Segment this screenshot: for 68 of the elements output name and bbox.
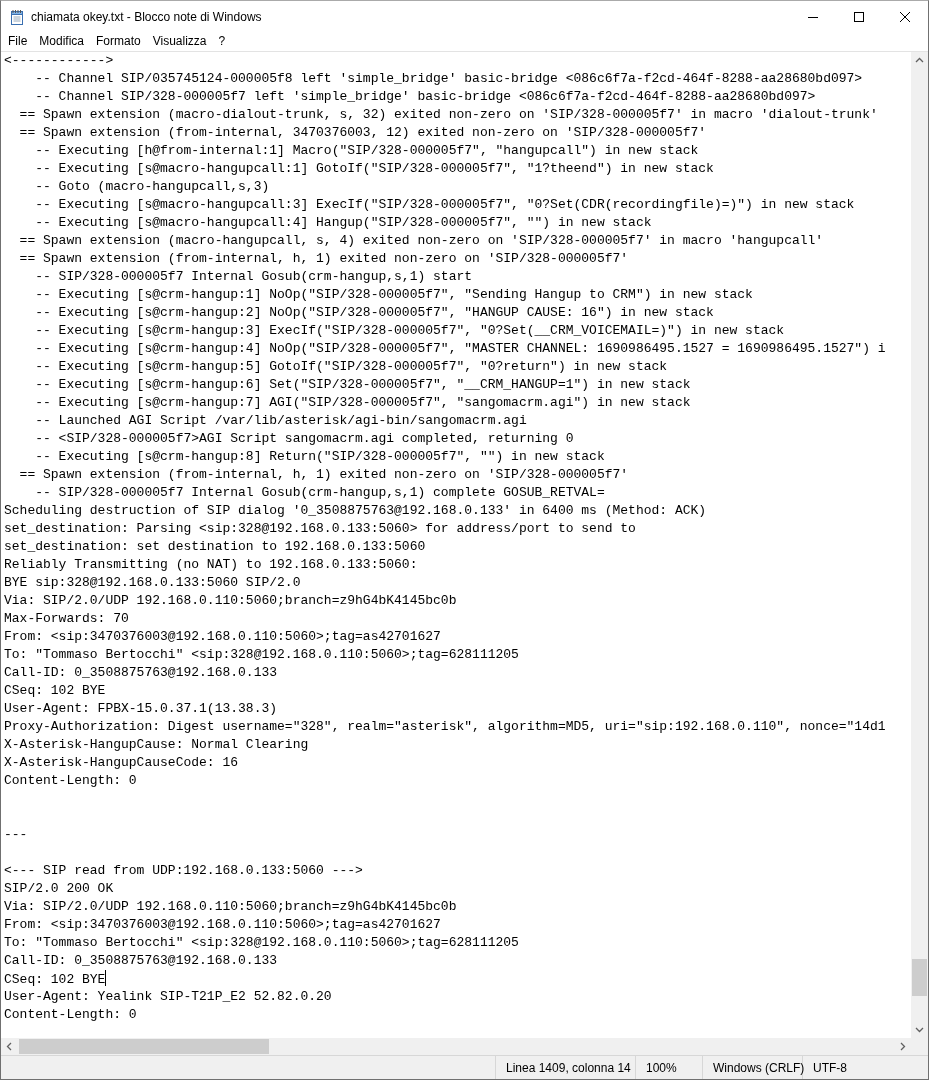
menu-item[interactable]: Formato [90,32,147,51]
maximize-icon [854,11,864,22]
text-line: --- [4,826,29,844]
text-line: BYE sip:328@192.168.0.133:5060 SIP/2.0 [4,574,302,592]
text-line: SIP/2.0 200 OK [4,880,115,898]
text-line: User-Agent: FPBX-15.0.37.1(13.38.3) [4,700,279,718]
text-line: <------------> [4,52,115,70]
window-title: chiamata okey.txt - Blocco note di Windows [31,9,263,24]
text-line: -- Channel SIP/328-000005f7 left 'simple_bridge' basic-bridge <086c6f7a-f2cd-464f-8288-aa28680bd097> [34,88,817,106]
text-line: Proxy-Authorization: Digest username="328", realm="asterisk", algorithm=MD5, uri="sip:192.168.0.110", nonce="14d1 [4,718,887,736]
line-ending: Windows (CRLF) [703,1056,803,1079]
text-line: -- Channel SIP/035745124-000005f8 left 'simple_bridge' basic-bridge <086c6f7a-f2cd-464f-8288-aa28680bd097> [34,70,864,88]
menu-item[interactable]: File [2,32,34,51]
text-line: X-Asterisk-HangupCauseCode: 16 [4,754,240,772]
text-line: Via: SIP/2.0/UDP 192.168.0.110:5060;branch=z9hG4bK4145bc0b [4,592,458,610]
text-line: -- Executing [s@macro-hangupcall:3] ExecIf("SIP/328-000005f7", "0?Set(CDR(recordingfile)=)") in new stack [34,196,856,214]
encoding: UTF-8 [812,1059,848,1077]
close-icon [900,11,910,22]
text-line: -- Executing [s@crm-hangup:7] AGI("SIP/328-000005f7", "sangomacrm.agi") in new stack [34,394,692,412]
scroll-thumb[interactable] [19,1039,269,1054]
text-line: CSeq: 102 BYE [4,970,108,988]
text-line: X-Asterisk-HangupCause: Normal Clearing [4,736,310,754]
text-line: -- Executing [h@from-internal:1] Macro("SIP/328-000005f7", "hangupcall") in new stack [34,142,700,160]
menu-item[interactable]: Modifica [33,32,91,51]
scroll-thumb[interactable] [912,959,927,996]
text-line: -- Executing [s@macro-hangupcall:4] Hangup("SIP/328-000005f7", "") in new stack [34,214,653,232]
text-line: User-Agent: Yealink SIP-T21P_E2 52.82.0.20 [4,988,333,1006]
text-line: Via: SIP/2.0/UDP 192.168.0.110:5060;branch=z9hG4bK4145bc0b [4,898,458,916]
menu-item[interactable]: Visualizza [146,32,213,51]
vertical-scrollbar[interactable] [911,52,928,1038]
notepad-icon [9,8,25,25]
text-line: From: <sip:3470376003@192.168.0.110:5060>;tag=as42701627 [4,628,442,646]
text-line: -- <SIP/328-000005f7>AGI Script sangomacrm.agi completed, returning 0 [34,430,575,448]
text-line: -- Executing [s@crm-hangup:4] NoOp("SIP/328-000005f7", "MASTER CHANNEL: 1690986495.1527 = 1690986495.1527") i [34,340,887,358]
text-line: == Spawn extension (macro-hangupcall, s, 4) exited non-zero on 'SIP/328-000005f7' in macro 'hangupcall' [18,232,825,250]
text-line: -- Executing [s@crm-hangup:6] Set("SIP/328-000005f7", "__CRM_HANGUP=1") in new stack [34,376,692,394]
text-line: -- Executing [s@macro-hangupcall:1] GotoIf("SIP/328-000005f7", "1?theend") in new stack [34,160,715,178]
text-line: -- Executing [s@crm-hangup:2] NoOp("SIP/328-000005f7", "HANGUP CAUSE: 16") in new stack [34,304,715,322]
text-line: Reliably Transmitting (no NAT) to 192.168.0.133:5060: [4,556,419,574]
text-line: -- Goto (macro-hangupcall,s,3) [34,178,271,196]
text-line: set_destination: Parsing <sip:328@192.168.0.133:5060> for address/port to send to [4,520,637,538]
text-line: <--- SIP read from UDP:192.168.0.133:5060 ---> [4,862,364,880]
text-line: -- SIP/328-000005f7 Internal Gosub(crm-hangup,s,1) start [34,268,474,286]
text-line: set_destination: set destination to 192.168.0.133:5060 [4,538,427,556]
text-line: -- Executing [s@crm-hangup:5] GotoIf("SIP/328-000005f7", "0?return") in new stack [34,358,669,376]
text-line: Content-Length: 0 [4,1006,138,1024]
text-line: -- Executing [s@crm-hangup:8] Return("SIP/328-000005f7", "") in new stack [34,448,606,466]
text-line: Scheduling destruction of SIP dialog '0_3508875763@192.168.0.133' in 6400 ms (Method: ACK) [4,502,708,520]
text-line: Call-ID: 0_3508875763@192.168.0.133 [4,664,279,682]
text-line: == Spawn extension (macro-dialout-trunk, s, 32) exited non-zero on 'SIP/328-000005f7' in macro 'dialout-trunk' [18,106,879,124]
text-line: -- Executing [s@crm-hangup:1] NoOp("SIP/328-000005f7", "Sending Hangup to CRM") in new stack [34,286,754,304]
text-line: -- Executing [s@crm-hangup:3] ExecIf("SIP/328-000005f7", "0?Set(__CRM_VOICEMAIL=)") in new stack [34,322,786,340]
text-line: -- Launched AGI Script /var/lib/asterisk/agi-bin/sangomacrm.agi [34,412,528,430]
cursor-position: Linea 1409, colonna 14 [496,1056,636,1079]
text-line: Max-Forwards: 70 [4,610,130,628]
zoom-level: 100% [636,1056,703,1079]
text-line: Content-Length: 0 [4,772,138,790]
text-line: To: "Tommaso Bertocchi" <sip:328@192.168.0.110:5060>;tag=628111205 [4,934,520,952]
text-line: CSeq: 102 BYE [4,682,107,700]
text-line: -- SIP/328-000005f7 Internal Gosub(crm-hangup,s,1) complete GOSUB_RETVAL= [34,484,606,502]
horizontal-scrollbar[interactable] [1,1038,911,1055]
text-line: Call-ID: 0_3508875763@192.168.0.133 [4,952,279,970]
text-line: == Spawn extension (from-internal, h, 1) exited non-zero on 'SIP/328-000005f7' [18,466,630,484]
menu-item[interactable]: ? [212,32,232,51]
text-line: From: <sip:3470376003@192.168.0.110:5060>;tag=as42701627 [4,916,442,934]
text-line: == Spawn extension (from-internal, h, 1) exited non-zero on 'SIP/328-000005f7' [18,250,630,268]
text-line: == Spawn extension (from-internal, 3470376003, 12) exited non-zero on 'SIP/328-000005f7' [18,124,708,142]
text-line: To: "Tommaso Bertocchi" <sip:328@192.168.0.110:5060>;tag=628111205 [4,646,520,664]
